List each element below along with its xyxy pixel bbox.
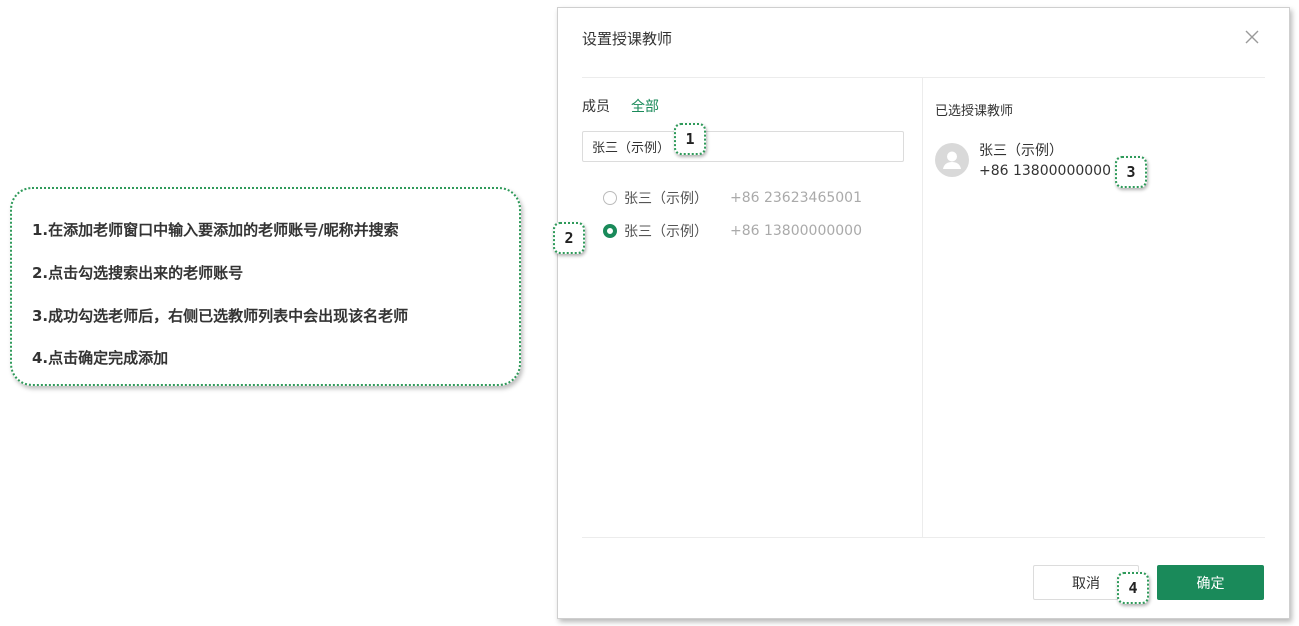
footer-divider: [582, 537, 1265, 538]
step-marker-3: 3: [1115, 156, 1147, 188]
tab-members[interactable]: 成员: [582, 96, 610, 116]
close-icon[interactable]: [1242, 27, 1262, 47]
instruction-step-2: 2.点击勾选搜索出来的老师账号: [32, 264, 244, 282]
step-marker-4: 4: [1117, 572, 1149, 604]
avatar-svg: [943, 151, 961, 169]
selected-teacher-phone: +86 13800000000: [979, 163, 1111, 179]
instruction-step-3: 3.成功勾选老师后，右侧已选教师列表中会出现该名老师: [32, 307, 409, 325]
header-divider: [582, 77, 1265, 78]
member-row-1[interactable]: 张三（示例） +86 23623465001: [603, 188, 862, 208]
set-teacher-dialog: 设置授课教师 成员 全部 张三（示例） +86 23623465001 张三（示…: [557, 7, 1290, 619]
dialog-title: 设置授课教师: [582, 30, 673, 48]
member-phone-2: +86 13800000000: [730, 223, 862, 239]
member-name-2: 张三（示例）: [624, 224, 708, 240]
member-phone-1: +86 23623465001: [730, 190, 862, 206]
selected-teachers-title: 已选授课教师: [935, 104, 1014, 119]
user-avatar-icon: [935, 143, 969, 177]
member-name-1: 张三（示例）: [624, 191, 708, 207]
step-marker-1: 1: [674, 123, 706, 155]
column-divider: [922, 78, 923, 538]
tab-all[interactable]: 全部: [631, 96, 659, 116]
member-radio-1[interactable]: [603, 191, 617, 205]
confirm-button[interactable]: 确定: [1157, 565, 1264, 600]
instruction-step-1: 1.在添加老师窗口中输入要添加的老师账号/昵称并搜索: [32, 221, 399, 239]
search-input[interactable]: [582, 131, 904, 162]
instruction-step-4: 4.点击确定完成添加: [32, 349, 169, 367]
member-row-2[interactable]: 张三（示例） +86 13800000000: [603, 221, 862, 241]
selected-teacher-name: 张三（示例）: [979, 143, 1063, 159]
member-radio-2[interactable]: [603, 224, 617, 238]
instruction-callout: 1.在添加老师窗口中输入要添加的老师账号/昵称并搜索 2.点击勾选搜索出来的老师…: [10, 187, 521, 386]
step-marker-2: 2: [553, 222, 585, 254]
close-icon-svg: [1245, 30, 1259, 44]
